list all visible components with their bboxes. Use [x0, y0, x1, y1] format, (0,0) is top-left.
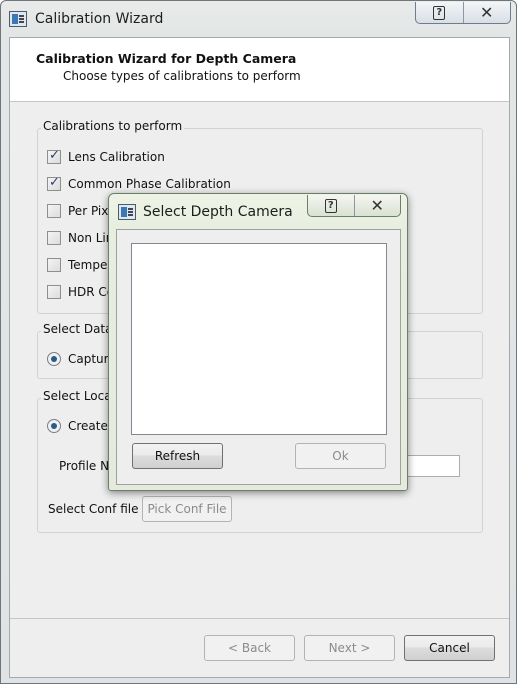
non-linearity-checkbox[interactable] [47, 231, 61, 245]
dialog-client-area: Refresh Ok [116, 229, 401, 485]
help-icon: ? [324, 198, 337, 213]
conf-file-label: Select Conf file [48, 502, 139, 516]
capture-option[interactable]: Captur [47, 352, 109, 366]
temperature-label: Temper [68, 258, 113, 272]
app-window-icon [9, 11, 27, 27]
next-button[interactable]: Next > [304, 635, 395, 661]
capture-label: Captur [68, 352, 109, 366]
data-source-group-label: Select Data [41, 322, 115, 336]
common-phase-option[interactable]: Common Phase Calibration [47, 175, 231, 191]
lens-calibration-option[interactable]: Lens Calibration [47, 148, 165, 164]
create-radio[interactable] [47, 419, 61, 433]
main-titlebar[interactable]: Calibration Wizard ? ✕ [1, 1, 516, 37]
cancel-button[interactable]: Cancel [404, 635, 495, 661]
select-depth-camera-dialog: Select Depth Camera ? ✕ Refresh Ok [108, 193, 408, 491]
capture-radio[interactable] [47, 352, 61, 366]
dialog-title: Select Depth Camera [143, 204, 293, 220]
lens-calibration-label: Lens Calibration [68, 150, 165, 164]
hdr-checkbox[interactable] [47, 285, 61, 299]
per-pixel-checkbox[interactable] [47, 204, 61, 218]
per-pixel-option[interactable]: Per Pix [47, 204, 108, 218]
dialog-help-button[interactable]: ? [308, 195, 354, 216]
help-icon: ? [433, 5, 446, 20]
common-phase-label: Common Phase Calibration [68, 177, 231, 191]
location-group-label: Select Loca [41, 389, 114, 403]
footer-separator [10, 618, 509, 619]
caption-buttons: ? ✕ [415, 2, 511, 24]
non-linearity-label: Non Lin [68, 231, 114, 245]
hdr-option[interactable]: HDR Co [47, 285, 114, 299]
calibrations-group-label: Calibrations to perform [41, 119, 185, 133]
wizard-header: Calibration Wizard for Depth Camera Choo… [10, 38, 509, 102]
close-button[interactable]: ✕ [462, 2, 511, 23]
ok-button[interactable]: Ok [295, 443, 386, 469]
lens-calibration-checkbox[interactable] [47, 148, 61, 164]
temperature-option[interactable]: Temper [47, 258, 112, 272]
help-button[interactable]: ? [416, 2, 463, 23]
close-icon: ✕ [480, 2, 494, 22]
close-icon: ✕ [370, 195, 384, 215]
common-phase-checkbox[interactable] [47, 175, 61, 191]
page-title: Calibration Wizard for Depth Camera [36, 51, 297, 66]
window-title: Calibration Wizard [35, 11, 164, 27]
camera-list[interactable] [131, 243, 387, 435]
per-pixel-label: Per Pix [68, 204, 109, 218]
pick-conf-file-button[interactable]: Pick Conf File [142, 496, 232, 522]
dialog-caption-buttons: ? ✕ [307, 195, 401, 217]
create-option[interactable]: Create [47, 419, 108, 433]
page-subtitle: Choose types of calibrations to perform [63, 69, 301, 83]
profile-name-input[interactable] [404, 455, 460, 477]
back-button[interactable]: < Back [204, 635, 295, 661]
non-linearity-option[interactable]: Non Lin [47, 231, 113, 245]
refresh-button[interactable]: Refresh [132, 443, 223, 469]
create-label: Create [68, 419, 108, 433]
dialog-window-icon [118, 204, 136, 220]
temperature-checkbox[interactable] [47, 258, 61, 272]
dialog-close-button[interactable]: ✕ [353, 195, 401, 216]
